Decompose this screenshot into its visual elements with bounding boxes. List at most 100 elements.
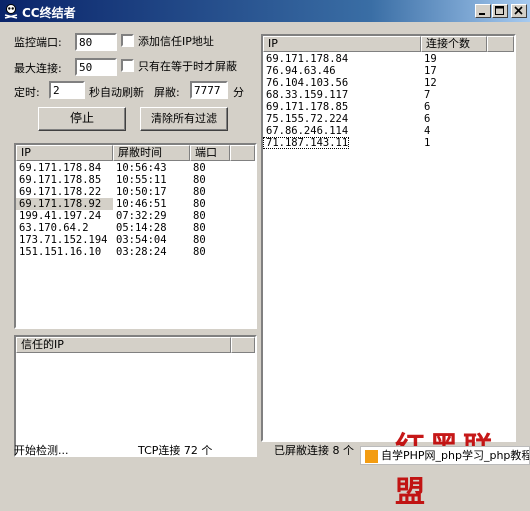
site-logo-icon <box>365 449 378 463</box>
cell-ip: 76.104.103.56 <box>266 77 349 89</box>
clear-filters-button[interactable]: 清除所有过滤 <box>140 107 228 131</box>
trust-ip-label: 添加信任IP地址 <box>138 35 214 48</box>
cell-port: 80 <box>193 210 206 222</box>
cell-ip: 75.155.72.224 <box>266 113 349 125</box>
cell-ip: 173.71.152.194 <box>19 234 108 246</box>
block-minutes-input[interactable]: 7777 <box>190 81 228 99</box>
column-header-conn-count[interactable]: 连接个数 <box>421 36 487 52</box>
port-label: 监控端口: <box>14 36 62 49</box>
cell-connection-count: 17 <box>424 65 437 77</box>
table-row[interactable]: 75.155.72.224 6 <box>263 113 514 125</box>
cell-port: 80 <box>193 198 206 210</box>
stop-button[interactable]: 停止 <box>38 107 126 131</box>
cell-ip: 69.171.178.84 <box>19 162 102 174</box>
minutes-label: 分 <box>233 86 244 99</box>
table-row[interactable]: 76.94.63.46 17 <box>263 65 514 77</box>
blocked-ip-list[interactable]: IP 屏敝时间 端口 69.171.178.84 10:56:43 80 69.171… <box>14 143 257 329</box>
cell-ip: 67.86.246.114 <box>266 125 349 137</box>
only-equal-label: 只有在等于时才屏蔽 <box>138 60 237 73</box>
cell-port: 80 <box>193 162 206 174</box>
column-header-filler <box>231 337 255 353</box>
only-equal-checkbox[interactable] <box>121 59 134 72</box>
column-header-block-time[interactable]: 屏敝时间 <box>113 145 190 161</box>
cell-ip: 69.171.178.92 <box>16 198 113 210</box>
cell-ip: 76.94.63.46 <box>266 65 336 77</box>
close-button[interactable] <box>511 4 527 18</box>
timer-label: 定时: <box>14 86 40 99</box>
table-row[interactable]: 63.170.64.2 05:14:28 80 <box>16 222 255 234</box>
cell-connection-count: 4 <box>424 125 431 137</box>
cell-block-time: 03:54:04 <box>116 234 167 246</box>
watermark-site-text: 自学PHP网_php学习_php教程 <box>381 449 530 462</box>
table-row[interactable]: 76.104.103.56 12 <box>263 77 514 89</box>
cell-port: 80 <box>193 246 206 258</box>
cell-port: 80 <box>193 186 206 198</box>
block-label: 屏敝: <box>154 86 180 99</box>
cell-block-time: 07:32:29 <box>116 210 167 222</box>
cell-connection-count: 6 <box>424 113 431 125</box>
column-header-conn-ip[interactable]: IP <box>263 36 421 52</box>
cell-ip: 199.41.197.24 <box>19 210 102 222</box>
trust-ip-checkbox[interactable] <box>121 34 134 47</box>
title-bar[interactable]: CC终结者 <box>0 0 530 22</box>
cell-connection-count: 7 <box>424 89 431 101</box>
cell-connection-count: 12 <box>424 77 437 89</box>
connections-list-header: IP 连接个数 <box>263 36 514 52</box>
window-client: 监控端口: 80 添加信任IP地址 最大连接: 50 只有在等于时才屏蔽 定时:… <box>0 22 530 469</box>
cell-port: 80 <box>193 222 206 234</box>
blocked-list-rows: 69.171.178.84 10:56:43 80 69.171.178.85 10:5… <box>16 162 255 258</box>
connections-list[interactable]: IP 连接个数 69.171.178.84 19 76.94.63.46 17 76.1… <box>261 34 516 442</box>
cell-block-time: 05:14:28 <box>116 222 167 234</box>
table-row[interactable]: 69.171.178.85 6 <box>263 101 514 113</box>
table-row[interactable]: 173.71.152.194 03:54:04 80 <box>16 234 255 246</box>
trusted-ip-list[interactable]: 信任的IP <box>14 335 257 457</box>
refresh-label: 秒自动刷新 <box>89 86 144 99</box>
cell-block-time: 10:55:11 <box>116 174 167 186</box>
cell-ip: 69.171.178.84 <box>266 53 349 65</box>
cell-block-time: 10:50:17 <box>116 186 167 198</box>
app-icon <box>4 4 18 19</box>
maxconn-label: 最大连接: <box>14 62 62 75</box>
table-row[interactable]: 68.33.159.117 7 <box>263 89 514 101</box>
table-row[interactable]: 151.151.16.10 03:28:24 80 <box>16 246 255 258</box>
status-text: 开始检测... <box>14 444 69 457</box>
cell-ip: 68.33.159.117 <box>266 89 349 101</box>
column-header-port[interactable]: 端口 <box>190 145 230 161</box>
column-header-trusted-ip[interactable]: 信任的IP <box>16 337 231 353</box>
cell-block-time: 03:28:24 <box>116 246 167 258</box>
cell-ip: 151.151.16.10 <box>19 246 102 258</box>
cell-port: 80 <box>193 174 206 186</box>
column-header-filler <box>487 36 514 52</box>
column-header-ip[interactable]: IP <box>16 145 113 161</box>
blocked-connection-count: 已屏敝连接 8 个 <box>274 444 354 457</box>
window-title: CC终结者 <box>22 6 76 20</box>
blocked-list-header: IP 屏敝时间 端口 <box>16 145 255 161</box>
table-row[interactable]: 71.187.143.11 1 <box>263 137 514 149</box>
minimize-button[interactable] <box>475 4 491 18</box>
cell-ip: 69.171.178.85 <box>19 174 102 186</box>
table-row[interactable]: 67.86.246.114 4 <box>263 125 514 137</box>
watermark-site-bar: 自学PHP网_php学习_php教程 <box>360 446 530 465</box>
cell-connection-count: 6 <box>424 101 431 113</box>
cell-block-time: 10:56:43 <box>116 162 167 174</box>
tcp-connection-count: TCP连接 72 个 <box>138 444 213 457</box>
table-row[interactable]: 69.171.178.84 10:56:43 80 <box>16 162 255 174</box>
table-row[interactable]: 69.171.178.92 10:46:51 80 <box>16 198 255 210</box>
timer-input[interactable]: 2 <box>49 81 85 99</box>
table-row[interactable]: 69.171.178.84 19 <box>263 53 514 65</box>
trusted-list-header: 信任的IP <box>16 337 255 353</box>
cell-block-time: 10:46:51 <box>116 198 167 210</box>
maximize-icon <box>495 6 504 15</box>
cell-ip: 69.171.178.22 <box>19 186 102 198</box>
cell-port: 80 <box>193 234 206 246</box>
watermark-logo: 红黑联盟 <box>395 431 493 510</box>
port-input[interactable]: 80 <box>75 33 117 51</box>
table-row[interactable]: 69.171.178.22 10:50:17 80 <box>16 186 255 198</box>
column-header-filler <box>230 145 255 161</box>
maximize-button[interactable] <box>492 4 508 18</box>
table-row[interactable]: 69.171.178.85 10:55:11 80 <box>16 174 255 186</box>
connections-list-rows: 69.171.178.84 19 76.94.63.46 17 76.104.103.5… <box>263 53 514 149</box>
maxconn-input[interactable]: 50 <box>75 58 117 76</box>
table-row[interactable]: 199.41.197.24 07:32:29 80 <box>16 210 255 222</box>
cell-ip: 63.170.64.2 <box>19 222 89 234</box>
